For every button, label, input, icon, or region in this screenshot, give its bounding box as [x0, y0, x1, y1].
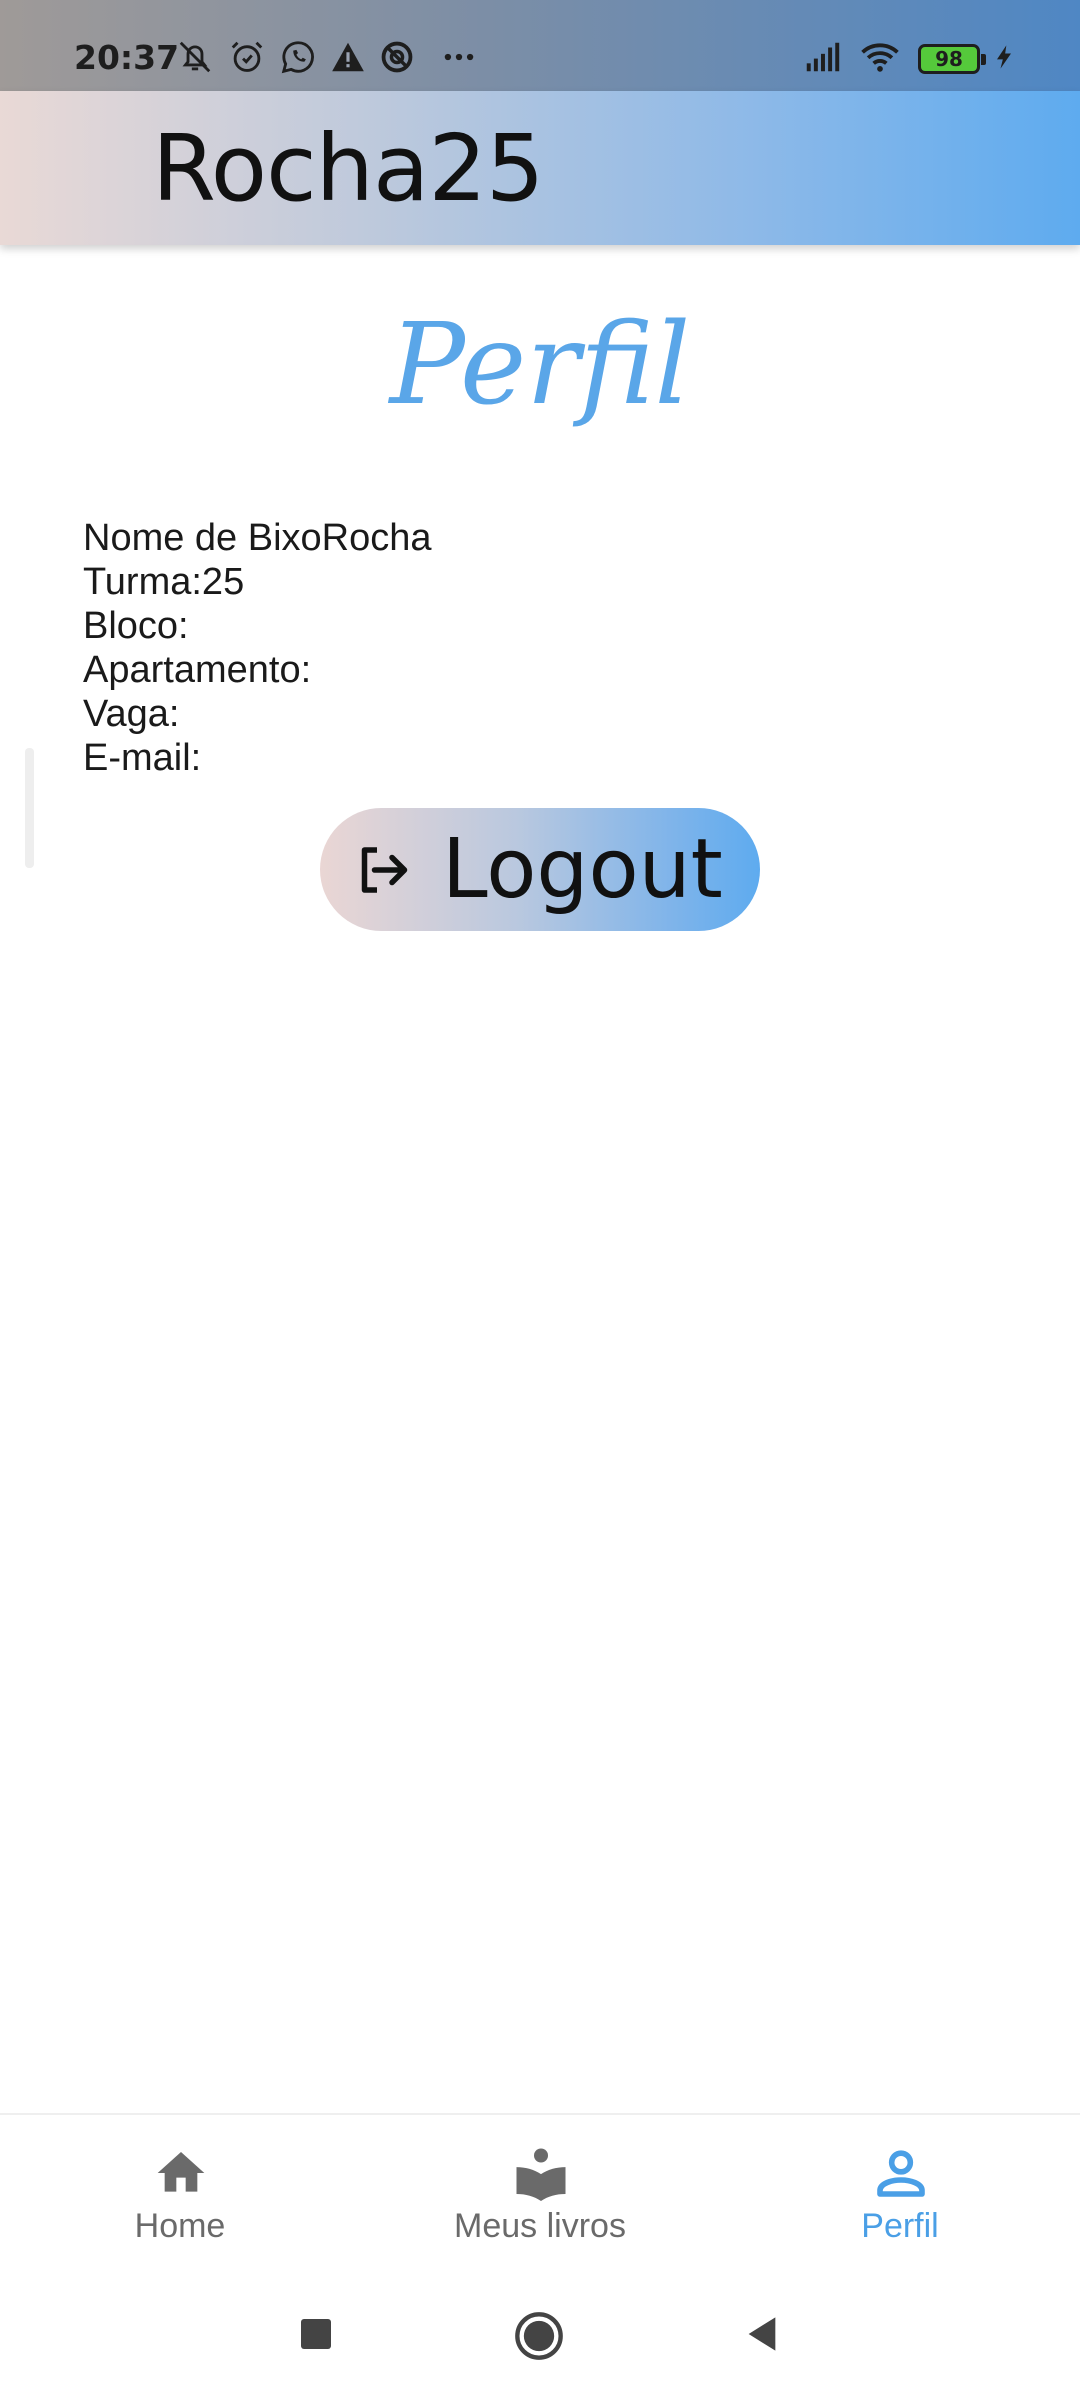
recents-icon[interactable]	[298, 2316, 334, 2352]
profile-turma: Turma:25	[83, 561, 245, 603]
back-icon[interactable]	[742, 2314, 782, 2354]
app-bar: Rocha25	[0, 91, 1080, 245]
profile-vaga: Vaga:	[83, 693, 180, 735]
wifi-icon	[861, 43, 899, 72]
signal-icon	[806, 42, 840, 72]
warning-icon	[332, 42, 364, 72]
more-dots-icon	[444, 53, 474, 61]
nav-item-home[interactable]: Home	[0, 2115, 360, 2270]
home-icon	[157, 2152, 205, 2192]
logout-icon	[361, 846, 408, 893]
logout-button[interactable]: Logout	[320, 808, 760, 931]
bell-off-icon	[179, 41, 211, 73]
charging-icon	[997, 45, 1011, 69]
person-icon	[877, 2150, 925, 2197]
nav-item-perfil[interactable]: Perfil	[720, 2115, 1080, 2270]
bottom-navigation: Home Meus livros Perfil	[0, 2113, 1080, 2270]
app-title: Rocha25	[152, 115, 544, 222]
circle-icon	[381, 41, 413, 73]
nav-label-home: Home	[134, 2207, 226, 2245]
profile-email: E-mail:	[83, 737, 202, 779]
logout-label: Logout	[442, 821, 723, 917]
whatsapp-icon	[281, 41, 314, 74]
status-bar: 20:37 98	[0, 0, 1080, 91]
alarm-icon	[231, 41, 263, 72]
system-navigation-bar	[0, 2268, 1080, 2400]
profile-name: Nome de BixoRocha	[83, 517, 432, 559]
battery-icon: 98	[918, 44, 986, 74]
book-reader-icon	[516, 2148, 566, 2201]
profile-apartamento: Apartamento:	[83, 649, 312, 691]
status-time: 20:37	[74, 38, 180, 77]
nav-label-perfil: Perfil	[861, 2207, 939, 2245]
profile-bloco: Bloco:	[83, 605, 189, 647]
page-title: Perfil	[389, 300, 691, 430]
profile-info: Nome de BixoRocha Turma:25 Bloco: Aparta…	[83, 516, 432, 780]
battery-level: 98	[935, 47, 963, 71]
nav-item-meus-livros[interactable]: Meus livros	[360, 2115, 720, 2270]
nav-label-meus-livros: Meus livros	[454, 2207, 626, 2245]
scroll-indicator	[25, 748, 34, 868]
home-circle-icon[interactable]	[513, 2310, 565, 2362]
